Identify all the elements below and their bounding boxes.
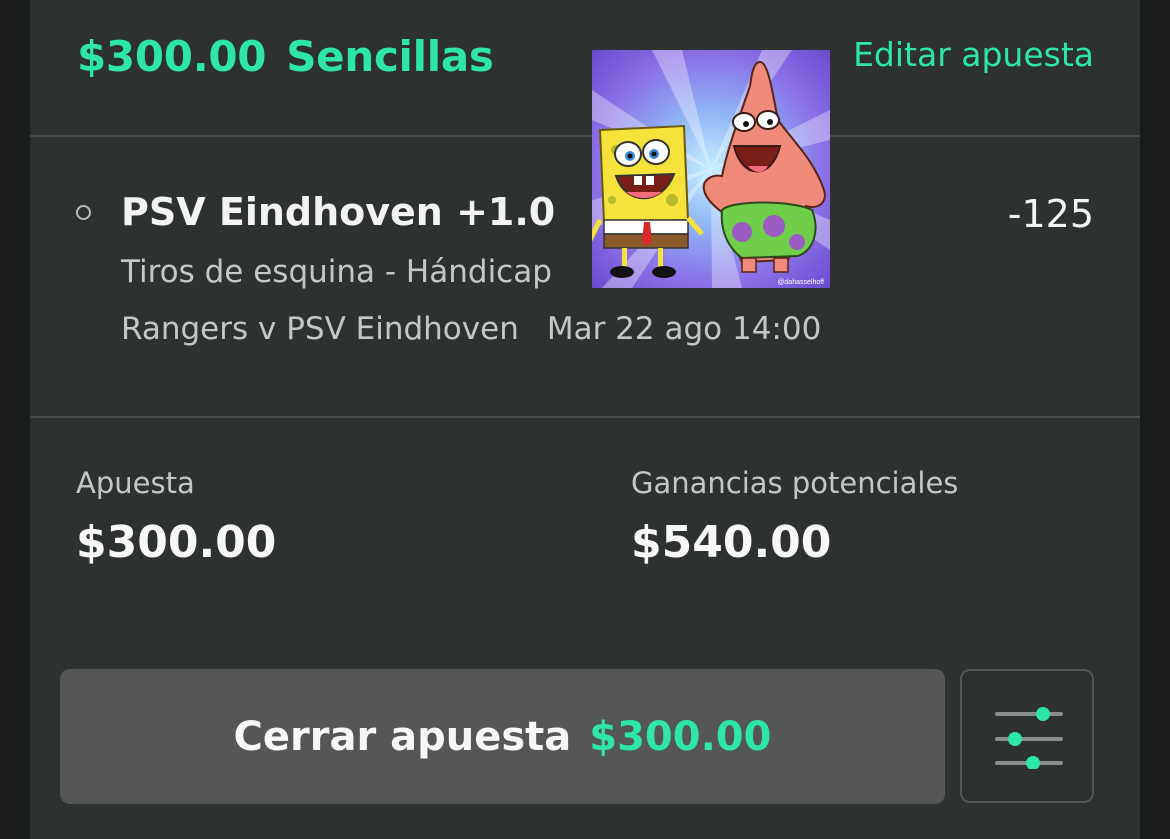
event-line: Rangers v PSV Eindhoven Mar 22 ago 14:00 bbox=[121, 311, 821, 347]
stake-label: Apuesta bbox=[76, 466, 195, 500]
spongebob-patrick-sticker: @dahasselhoff bbox=[592, 50, 830, 288]
winnings-value: $540.00 bbox=[631, 517, 832, 568]
market-name: Tiros de esquina - Hándicap bbox=[121, 254, 552, 290]
bet-card: $300.00 Sencillas Editar apuesta PSV Eind… bbox=[30, 0, 1140, 839]
selection-odds: -125 bbox=[1007, 192, 1094, 236]
cash-out-button[interactable]: Cerrar apuesta $300.00 bbox=[60, 669, 945, 804]
winnings-label: Ganancias potenciales bbox=[631, 466, 959, 500]
bet-settings-button[interactable] bbox=[960, 669, 1094, 803]
edit-bet-link[interactable]: Editar apuesta bbox=[853, 35, 1094, 74]
header-divider bbox=[30, 135, 1140, 137]
event-date: Mar 22 ago 14:00 bbox=[546, 311, 822, 347]
bet-type: Sencillas bbox=[286, 32, 494, 81]
header-amount: $300.00 bbox=[77, 32, 267, 81]
selection-divider bbox=[30, 416, 1140, 418]
cash-out-label: Cerrar apuesta bbox=[233, 713, 572, 760]
selection-radio-icon bbox=[76, 205, 91, 220]
event-name: Rangers v PSV Eindhoven bbox=[121, 311, 519, 347]
stake-value: $300.00 bbox=[76, 517, 277, 568]
selection-name: PSV Eindhoven +1.0 bbox=[121, 190, 556, 234]
meme-watermark: @dahasselhoff bbox=[777, 279, 824, 286]
sliders-icon bbox=[995, 707, 1063, 769]
bet-header: $300.00 Sencillas bbox=[77, 32, 494, 81]
cash-out-amount: $300.00 bbox=[589, 713, 772, 760]
